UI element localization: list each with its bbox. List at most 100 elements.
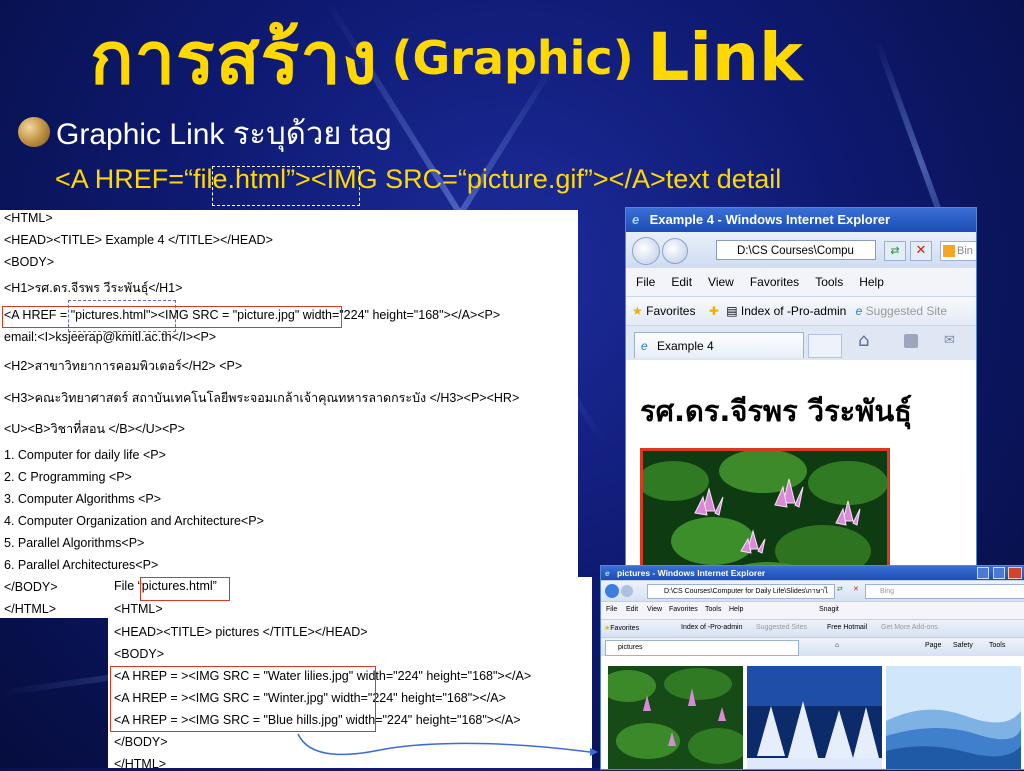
ie-icon: e xyxy=(605,568,610,578)
tab-pictures[interactable]: pictures xyxy=(605,640,799,656)
blue-hills-thumb xyxy=(886,666,1021,769)
search-input[interactable]: Bing xyxy=(865,584,1024,599)
back-icon[interactable] xyxy=(605,584,619,598)
page-menu[interactable]: Page xyxy=(925,642,941,649)
tools-menu[interactable]: Tools xyxy=(989,642,1005,649)
browser-window-pictures: e pictures - Windows Internet Explorer D… xyxy=(600,565,1024,770)
file-name-highlight xyxy=(140,577,230,601)
href-highlight xyxy=(68,300,176,332)
code-line: <H3>คณะวิทยาศาสตร์ สถาบันเทคโนโลยีพระจอม… xyxy=(4,391,520,405)
favorites-star-icon: ★ xyxy=(632,304,643,318)
mail-icon[interactable]: ✉ xyxy=(944,333,955,348)
browser-title: Example 4 - Windows Internet Explorer xyxy=(649,212,891,227)
code-line: <BODY> xyxy=(4,255,55,269)
safety-menu[interactable]: Safety xyxy=(953,642,973,649)
new-tab-button[interactable] xyxy=(808,334,842,358)
browser-title: pictures - Windows Internet Explorer xyxy=(617,568,766,578)
code-line: <HTML> xyxy=(4,211,53,225)
code-line: </HTML> xyxy=(114,757,167,771)
title-paren: (Graphic) xyxy=(391,30,634,85)
home-icon[interactable]: ⌂ xyxy=(858,330,869,351)
bullet-icon xyxy=(18,117,50,147)
code-line: <H1>รศ.ดร.จีรพร วีระพันธุ์</H1> xyxy=(4,281,183,295)
water-lilies-thumb xyxy=(608,666,743,769)
address-bar-row: D:\CS Courses\Compu ⇄ ✕ Bin xyxy=(626,232,976,268)
suggested-sites[interactable]: Suggested Site xyxy=(866,304,947,318)
favorites-button[interactable]: Favorites xyxy=(646,304,695,318)
add-favorite-icon[interactable]: ✚ xyxy=(709,304,719,318)
slide-title: การสร้าง (Graphic) Link xyxy=(90,0,990,100)
search-provider[interactable]: Bin xyxy=(940,241,976,261)
address-input[interactable]: D:\CS Courses\Computer for Daily Life\Sl… xyxy=(647,584,835,599)
winter-thumb xyxy=(747,666,882,769)
stop-icon[interactable]: ✕ xyxy=(853,585,859,593)
thumbnail-winter[interactable] xyxy=(747,666,882,769)
code-line: </BODY> xyxy=(114,735,168,749)
forward-icon[interactable] xyxy=(662,238,688,264)
favorites-button[interactable]: ★Favorites xyxy=(604,624,639,632)
menu-help[interactable]: Help xyxy=(729,606,743,613)
fav-link[interactable]: Index of -Pro-admin xyxy=(741,304,846,318)
ie-icon: e xyxy=(632,212,640,227)
file-highlight-box xyxy=(212,166,360,206)
title-link: Link xyxy=(647,19,803,96)
address-input[interactable]: D:\CS Courses\Compu xyxy=(716,240,876,260)
stop-icon[interactable]: ✕ xyxy=(910,241,932,261)
tab-bar: e Example 4 ⌂ ✉ xyxy=(626,325,976,360)
file-prefix: File “ xyxy=(114,579,142,593)
menu-favorites[interactable]: Favorites xyxy=(669,606,698,613)
menu-file[interactable]: File xyxy=(606,606,617,613)
favorites-label: Favorites xyxy=(610,625,640,632)
menu-file[interactable]: File xyxy=(636,275,655,289)
code-line: 4. Computer Organization and Architectur… xyxy=(4,514,264,528)
menu-favorites[interactable]: Favorites xyxy=(750,275,799,289)
minimize-button[interactable] xyxy=(977,567,989,579)
maximize-button[interactable] xyxy=(993,567,1005,579)
address-bar-row: D:\CS Courses\Computer for Daily Life\Sl… xyxy=(601,580,1024,601)
back-icon[interactable] xyxy=(632,237,660,265)
ie-icon: e xyxy=(641,339,648,353)
code-line: <HTML> xyxy=(114,602,163,616)
subtitle-tag: tag xyxy=(349,118,392,151)
code-line: <BODY> xyxy=(114,647,165,661)
snagit-button[interactable]: Snagit xyxy=(819,606,839,613)
connector-arrow xyxy=(297,733,598,756)
code-line: <HEAD><TITLE> pictures </TITLE></HEAD> xyxy=(114,625,368,639)
menu-tools[interactable]: Tools xyxy=(705,606,721,613)
menu-help[interactable]: Help xyxy=(859,275,884,289)
code-line: 3. Computer Algorithms <P> xyxy=(4,492,162,506)
close-button[interactable] xyxy=(1008,567,1022,579)
suggested-sites[interactable]: Suggested Sites xyxy=(756,624,807,631)
code-line: </BODY> xyxy=(4,580,58,594)
refresh-icon[interactable]: ⇄ xyxy=(837,585,843,593)
menu-edit[interactable]: Edit xyxy=(626,606,638,613)
addons-link[interactable]: Get More Add-ons xyxy=(881,624,938,631)
hotmail-link[interactable]: Free Hotmail xyxy=(827,624,867,631)
thumbnail-water-lilies[interactable] xyxy=(608,666,743,769)
rss-icon[interactable] xyxy=(904,334,918,348)
thumbnail-blue-hills[interactable] xyxy=(886,666,1021,769)
page-icon: ▤ xyxy=(726,304,738,318)
browser-title-bar: e pictures - Windows Internet Explorer xyxy=(601,566,1024,580)
menu-tools[interactable]: Tools xyxy=(815,275,843,289)
menu-view[interactable]: View xyxy=(708,275,734,289)
ie-icon: e xyxy=(855,304,863,318)
water-lilies-image xyxy=(643,451,887,573)
code-line: email:<I>ksjeerap@kmitl.ac.th</I><P> xyxy=(4,330,217,344)
favorites-bar: ★Favorites Index of -Pro-admin Suggested… xyxy=(601,619,1024,637)
forward-icon[interactable] xyxy=(621,585,633,597)
code-line: <HEAD><TITLE> Example 4 </TITLE></HEAD> xyxy=(4,233,273,247)
home-icon[interactable]: ⌂ xyxy=(835,642,839,649)
menu-bar: File Edit View Favorites Tools Help xyxy=(626,268,976,296)
tab-example4[interactable]: e Example 4 xyxy=(634,332,804,358)
menu-edit[interactable]: Edit xyxy=(671,275,692,289)
code-line: 1. Computer for daily life <P> xyxy=(4,448,166,462)
subtitle-thai: ระบุด้วย xyxy=(232,116,342,151)
water-lilies-image-link[interactable] xyxy=(640,448,890,573)
code-line: </HTML> xyxy=(4,602,57,616)
code-panel: <HTML> <HEAD><TITLE> Example 4 </TITLE><… xyxy=(0,210,578,618)
search-label: Bin xyxy=(957,245,973,257)
menu-view[interactable]: View xyxy=(647,606,662,613)
fav-link[interactable]: Index of -Pro-admin xyxy=(681,624,742,631)
refresh-icon[interactable]: ⇄ xyxy=(884,241,906,261)
